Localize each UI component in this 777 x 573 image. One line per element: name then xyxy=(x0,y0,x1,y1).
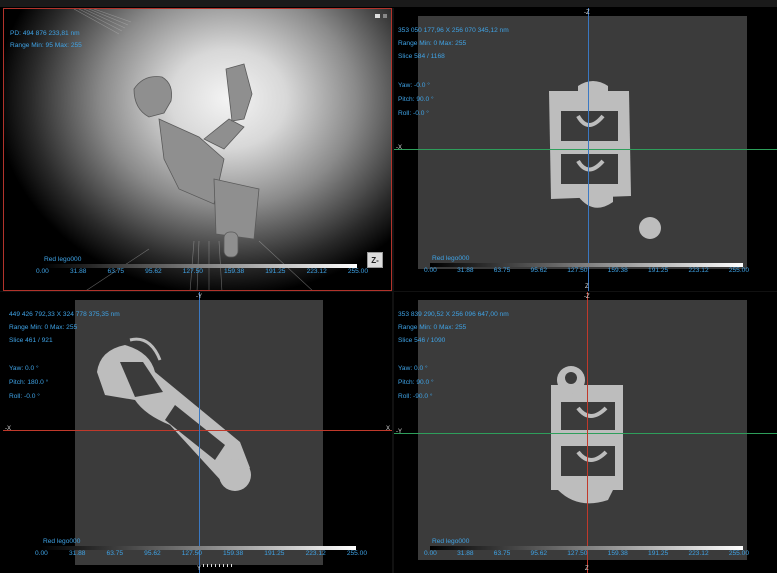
pd-readout: PD: 494 876 233,81 nm xyxy=(10,30,80,37)
tick-label: 63.75 xyxy=(493,267,511,274)
tick-label: 63.75 xyxy=(106,550,124,557)
tick-label: 0.00 xyxy=(35,550,48,557)
tick-label: 127.50 xyxy=(182,268,203,275)
tick-label: 31.88 xyxy=(457,550,474,557)
tick-label: 191.25 xyxy=(648,550,669,557)
tick-label: 159.38 xyxy=(607,267,628,274)
tick-label: 63.75 xyxy=(107,268,125,275)
roll-readout: Roll: -0.0 ° xyxy=(9,393,40,400)
tick-label: 223.12 xyxy=(305,550,326,557)
slice-readout: Slice 546 / 1090 xyxy=(398,337,446,344)
colorbar-ticks: 0.00 31.88 63.75 95.62 127.50 159.38 191… xyxy=(424,550,749,557)
tick-label: 159.38 xyxy=(223,550,244,557)
tick-label: 191.25 xyxy=(265,268,286,275)
tick-label: 0.00 xyxy=(424,267,437,274)
axis-top-label: -Z xyxy=(584,10,590,16)
colorbar-ticks: 0.00 31.88 63.75 95.62 127.50 159.38 191… xyxy=(36,268,368,275)
slice-readout: Slice 584 / 1168 xyxy=(398,53,445,60)
tick-label: 127.50 xyxy=(181,550,202,557)
range-readout: Range Min: 0 Max: 255 xyxy=(398,40,467,47)
tick-label: 127.50 xyxy=(567,550,588,557)
axis-bottom-label: Z xyxy=(585,566,589,572)
dataset-label: Red lego000 xyxy=(43,538,81,545)
tick-label: 0.00 xyxy=(424,550,437,557)
tick-label: 31.88 xyxy=(457,267,474,274)
top-bar xyxy=(0,0,777,7)
tick-label: 95.62 xyxy=(144,550,161,557)
camera-icon[interactable] xyxy=(375,14,380,18)
yaw-readout: Yaw: 0.0 ° xyxy=(398,365,428,372)
axis-top-label: -Y xyxy=(196,294,202,300)
tick-label: 159.38 xyxy=(224,268,245,275)
tick-label: 223.12 xyxy=(688,267,709,274)
tick-label: 223.12 xyxy=(688,550,709,557)
crosshair-v xyxy=(588,8,589,291)
tick-label: 95.62 xyxy=(530,267,548,274)
tick-label: 95.62 xyxy=(530,550,548,557)
tick-label: 255.00 xyxy=(347,268,368,275)
tick-label: 159.38 xyxy=(607,550,628,557)
viewport-slice-xy[interactable]: -Y -X X Y 449 426 792,33 X 324 778 375,3… xyxy=(3,292,392,573)
crosshair-h xyxy=(394,149,777,150)
slice-image xyxy=(418,16,747,269)
tick-label: 95.62 xyxy=(145,268,162,275)
tick-label: 63.75 xyxy=(493,550,511,557)
z-axis-button[interactable]: Z- xyxy=(367,252,383,268)
dataset-label: Red lego000 xyxy=(44,256,82,263)
yaw-readout: Yaw: 0.0 ° xyxy=(9,365,39,372)
axis-left-label: -Y xyxy=(396,429,402,435)
tick-label: 191.25 xyxy=(264,550,285,557)
lego-cross-section xyxy=(551,366,623,504)
tick-label: 255.00 xyxy=(346,550,367,557)
crosshair-h xyxy=(394,433,777,434)
slice-readout: Slice 461 / 921 xyxy=(9,337,53,344)
axis-right-label: X xyxy=(386,426,391,432)
scale-ruler xyxy=(203,564,233,567)
axis-bottom-label: Z xyxy=(585,284,589,290)
crosshair-v xyxy=(199,292,200,573)
tick-label: 127.50 xyxy=(567,267,588,274)
axis-top-label: -Z xyxy=(584,294,590,300)
axis-left-label: -X xyxy=(5,426,11,432)
crosshair-h xyxy=(3,430,392,431)
range-readout: Range Min: 0 Max: 255 xyxy=(398,324,467,331)
tick-label: 255.00 xyxy=(728,550,749,557)
tick-label: 223.12 xyxy=(306,268,327,275)
slice-image xyxy=(418,300,747,560)
pitch-readout: Pitch: 180.0 ° xyxy=(9,379,49,386)
tick-label: 31.88 xyxy=(69,268,87,275)
yaw-readout: Yaw: -0.0 ° xyxy=(398,82,430,89)
lego-figure-render xyxy=(73,9,313,290)
tick-label: 0.00 xyxy=(36,268,49,275)
size-readout: 353 050 177,96 X 256 070 345,12 nm xyxy=(398,27,509,34)
colorbar-ticks: 0.00 31.88 63.75 95.62 127.50 159.38 191… xyxy=(424,267,749,274)
dataset-label: Red lego000 xyxy=(432,255,470,262)
layout-icon[interactable] xyxy=(383,14,387,18)
range-readout: Range Min: 0 Max: 255 xyxy=(9,324,78,331)
range-readout: Range Min: 95 Max: 255 xyxy=(10,42,82,49)
pitch-readout: Pitch: 90.0 ° xyxy=(398,379,434,386)
axis-left-label: -X xyxy=(396,145,402,151)
tick-label: 255.00 xyxy=(728,267,749,274)
viewport-3d[interactable]: PD: 494 876 233,81 nm Range Min: 95 Max:… xyxy=(3,8,392,291)
size-readout: 353 839 290,52 X 256 096 647,00 nm xyxy=(398,311,509,318)
viewport-slice-xz[interactable]: -Z -X Z 353 050 177,96 X 256 070 345,12 … xyxy=(394,8,777,291)
roll-readout: Roll: -0.0 ° xyxy=(398,110,429,117)
pitch-readout: Pitch: 90.0 ° xyxy=(398,96,434,103)
size-readout: 449 426 792,33 X 324 778 375,35 nm xyxy=(9,311,120,318)
colorbar-ticks: 0.00 31.88 63.75 95.62 127.50 159.38 191… xyxy=(35,550,367,557)
viewport-divider-horizontal[interactable] xyxy=(0,291,777,292)
lego-cross-section xyxy=(549,81,661,239)
dataset-label: Red lego000 xyxy=(432,538,470,545)
roll-readout: Roll: -90.0 ° xyxy=(398,393,433,400)
tick-label: 31.88 xyxy=(68,550,86,557)
crosshair-v xyxy=(587,292,588,573)
axis-bottom-label: Y xyxy=(197,566,202,572)
tick-label: 191.25 xyxy=(648,267,669,274)
viewport-slice-yz[interactable]: -Z -Y Y Z 353 839 290,52 X 256 096 647,0… xyxy=(394,292,777,573)
